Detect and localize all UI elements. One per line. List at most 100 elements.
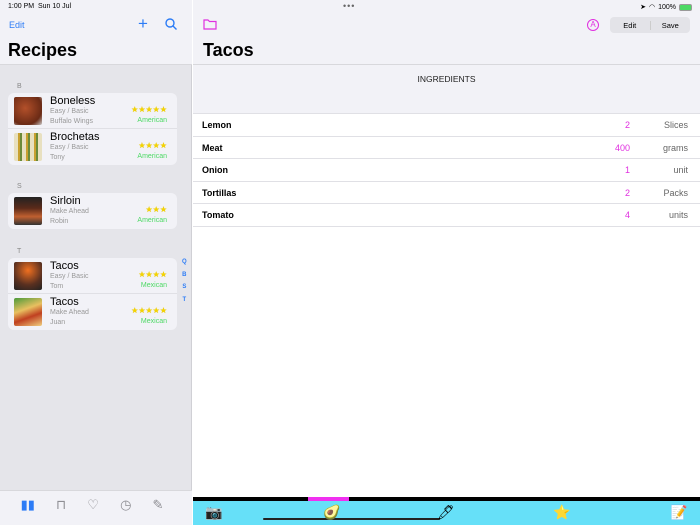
recipe-group: Boneless Easy / Basic Buffalo Wings ★★★★… — [8, 93, 177, 165]
recipe-name: Tacos — [50, 296, 79, 308]
recipe-difficulty: Make Ahead — [50, 208, 89, 215]
recipe-thumbnail — [14, 298, 42, 326]
recipe-category: American — [137, 117, 167, 124]
ingredient-qty: 4 — [624, 210, 630, 220]
recipe-author: Tony — [50, 154, 65, 161]
ingredient-name: Onion — [202, 165, 228, 175]
add-icon[interactable]: + — [138, 14, 148, 34]
index-letter[interactable]: B — [182, 269, 187, 282]
rating-stars: ★★★★★ — [131, 306, 167, 315]
ingredient-unit: unit — [673, 165, 688, 175]
multitasking-dots-icon[interactable]: ••• — [343, 1, 355, 11]
recipe-difficulty: Easy / Basic — [50, 273, 89, 280]
ingredient-name: Tomato — [202, 210, 234, 220]
status-bar: 1:00 PM Sun 10 Jul ••• ➤ ◠ 100% — [0, 0, 700, 14]
star-icon[interactable]: ⭐ — [553, 504, 570, 521]
recipe-difficulty: Easy / Basic — [50, 144, 89, 151]
recipe-title: Tacos — [203, 40, 254, 60]
ingredient-row[interactable]: Lemon 2 Slices — [193, 114, 700, 137]
recipe-row[interactable]: Brochetas Easy / Basic Tony ★★★★ America… — [8, 129, 177, 165]
ingredient-row[interactable]: Onion 1 unit — [193, 159, 700, 182]
edit-button[interactable]: Edit — [610, 20, 651, 30]
recipe-name: Boneless — [50, 95, 96, 107]
sidebar: Edit + Recipes B Boneless Easy / Basic B… — [0, 0, 192, 525]
recipe-name: Brochetas — [50, 131, 100, 143]
edit-save-control: Edit Save — [610, 17, 690, 33]
ingredient-row[interactable]: Tomato 4 units — [193, 204, 700, 227]
ingredient-unit: units — [668, 210, 688, 220]
edit-button[interactable]: Edit — [9, 20, 25, 30]
ingredient-name: Tortillas — [202, 187, 237, 198]
folder-icon[interactable] — [203, 18, 217, 30]
status-left: 1:00 PM Sun 10 Jul — [8, 3, 71, 10]
recipe-thumbnail — [14, 97, 42, 125]
recipe-author: Robin — [50, 218, 69, 225]
clock-icon[interactable]: ◷ — [120, 497, 131, 525]
status-right: ➤ ◠ 100% — [640, 3, 692, 11]
recipe-author: Buffalo Wings — [50, 118, 94, 125]
ingredients-section-background — [193, 65, 700, 113]
battery-icon — [679, 3, 692, 11]
section-header: T — [17, 248, 22, 255]
rating-stars: ★★★★ — [138, 270, 167, 279]
recipe-row[interactable]: Sirloin Make Ahead Robin ★★★ American — [8, 193, 177, 229]
status-date: Sun 10 Jul — [37, 3, 72, 10]
ingredient-unit: Packs — [663, 187, 688, 198]
section-header: B — [17, 83, 22, 90]
ingredient-row[interactable]: Tortillas 2 Packs — [193, 182, 700, 204]
inbox-icon[interactable]: ⊓ — [56, 497, 66, 525]
save-button[interactable]: Save — [651, 21, 691, 30]
notepad-icon[interactable]: 📝 — [670, 504, 687, 521]
battery-percent: 100% — [658, 3, 676, 11]
slider-track[interactable] — [263, 518, 440, 520]
recipe-category: American — [137, 153, 167, 160]
search-icon[interactable] — [165, 18, 177, 30]
recipe-thumbnail — [14, 262, 42, 290]
recipe-thumbnail — [14, 133, 42, 161]
camera-icon[interactable]: 📷 — [205, 504, 222, 521]
index-search[interactable]: Q — [182, 256, 187, 269]
index-letter[interactable]: S — [182, 281, 187, 294]
avocado-icon[interactable]: 🥑 — [323, 504, 340, 521]
a-circle-icon[interactable]: A — [587, 19, 599, 31]
recipe-difficulty: Make Ahead — [50, 309, 89, 316]
recipe-row[interactable]: Boneless Easy / Basic Buffalo Wings ★★★★… — [8, 93, 177, 129]
ingredients-header: INGREDIENTS — [417, 74, 476, 84]
ingredient-unit: Slices — [663, 120, 688, 130]
section-index[interactable]: Q B S T — [182, 256, 187, 306]
index-letter[interactable]: T — [182, 294, 187, 307]
tab-bar: ▮▮ ⊓ ♡ ◷ ✎ — [0, 490, 192, 525]
ingredient-qty: 2 — [624, 187, 630, 198]
recipe-row[interactable]: Tacos Make Ahead Juan ★★★★★ Mexican — [8, 294, 177, 330]
recipe-author: Tom — [50, 283, 64, 290]
recipe-row[interactable]: Tacos Easy / Basic Tom ★★★★ Mexican — [8, 258, 177, 294]
recipe-thumbnail — [14, 197, 42, 225]
bottom-toolbar: 📷 🥑 🖊 ⭐ 📝 — [193, 501, 700, 525]
compose-icon[interactable]: ✎ — [153, 497, 164, 525]
ingredients-list: Lemon 2 Slices Meat 400 grams Onion 1 unit Tor… — [193, 113, 700, 227]
recipe-name: Tacos — [50, 260, 79, 272]
book-icon[interactable]: ▮▮ — [21, 497, 35, 525]
recipe-author: Juan — [50, 319, 66, 326]
rating-stars: ★★★★★ — [131, 105, 167, 114]
detail-pane: A Edit Save Tacos INGREDIENTS Lemon 2 Slic… — [193, 0, 700, 525]
pen-icon[interactable]: 🖊 — [437, 504, 455, 521]
rating-stars: ★★★ — [145, 205, 167, 214]
recipe-category: Mexican — [140, 282, 167, 289]
recipe-name: Sirloin — [50, 195, 81, 207]
ingredient-name: Meat — [202, 142, 223, 153]
heart-icon[interactable]: ♡ — [87, 497, 99, 525]
section-header: S — [17, 183, 22, 190]
ingredient-qty: 1 — [624, 165, 630, 175]
wifi-icon: ◠ — [648, 4, 656, 11]
status-time: 1:00 PM — [8, 3, 35, 10]
ingredient-row[interactable]: Meat 400 grams — [193, 137, 700, 159]
rating-stars: ★★★★ — [138, 141, 167, 150]
recipe-group: Tacos Easy / Basic Tom ★★★★ Mexican Taco… — [8, 258, 177, 330]
ingredient-qty: 2 — [624, 120, 630, 130]
ingredient-unit: grams — [662, 142, 688, 153]
recipe-difficulty: Easy / Basic — [50, 108, 89, 115]
ingredient-qty: 400 — [614, 142, 630, 153]
recipe-category: Mexican — [140, 318, 167, 325]
recipe-group: Sirloin Make Ahead Robin ★★★ American — [8, 193, 177, 229]
